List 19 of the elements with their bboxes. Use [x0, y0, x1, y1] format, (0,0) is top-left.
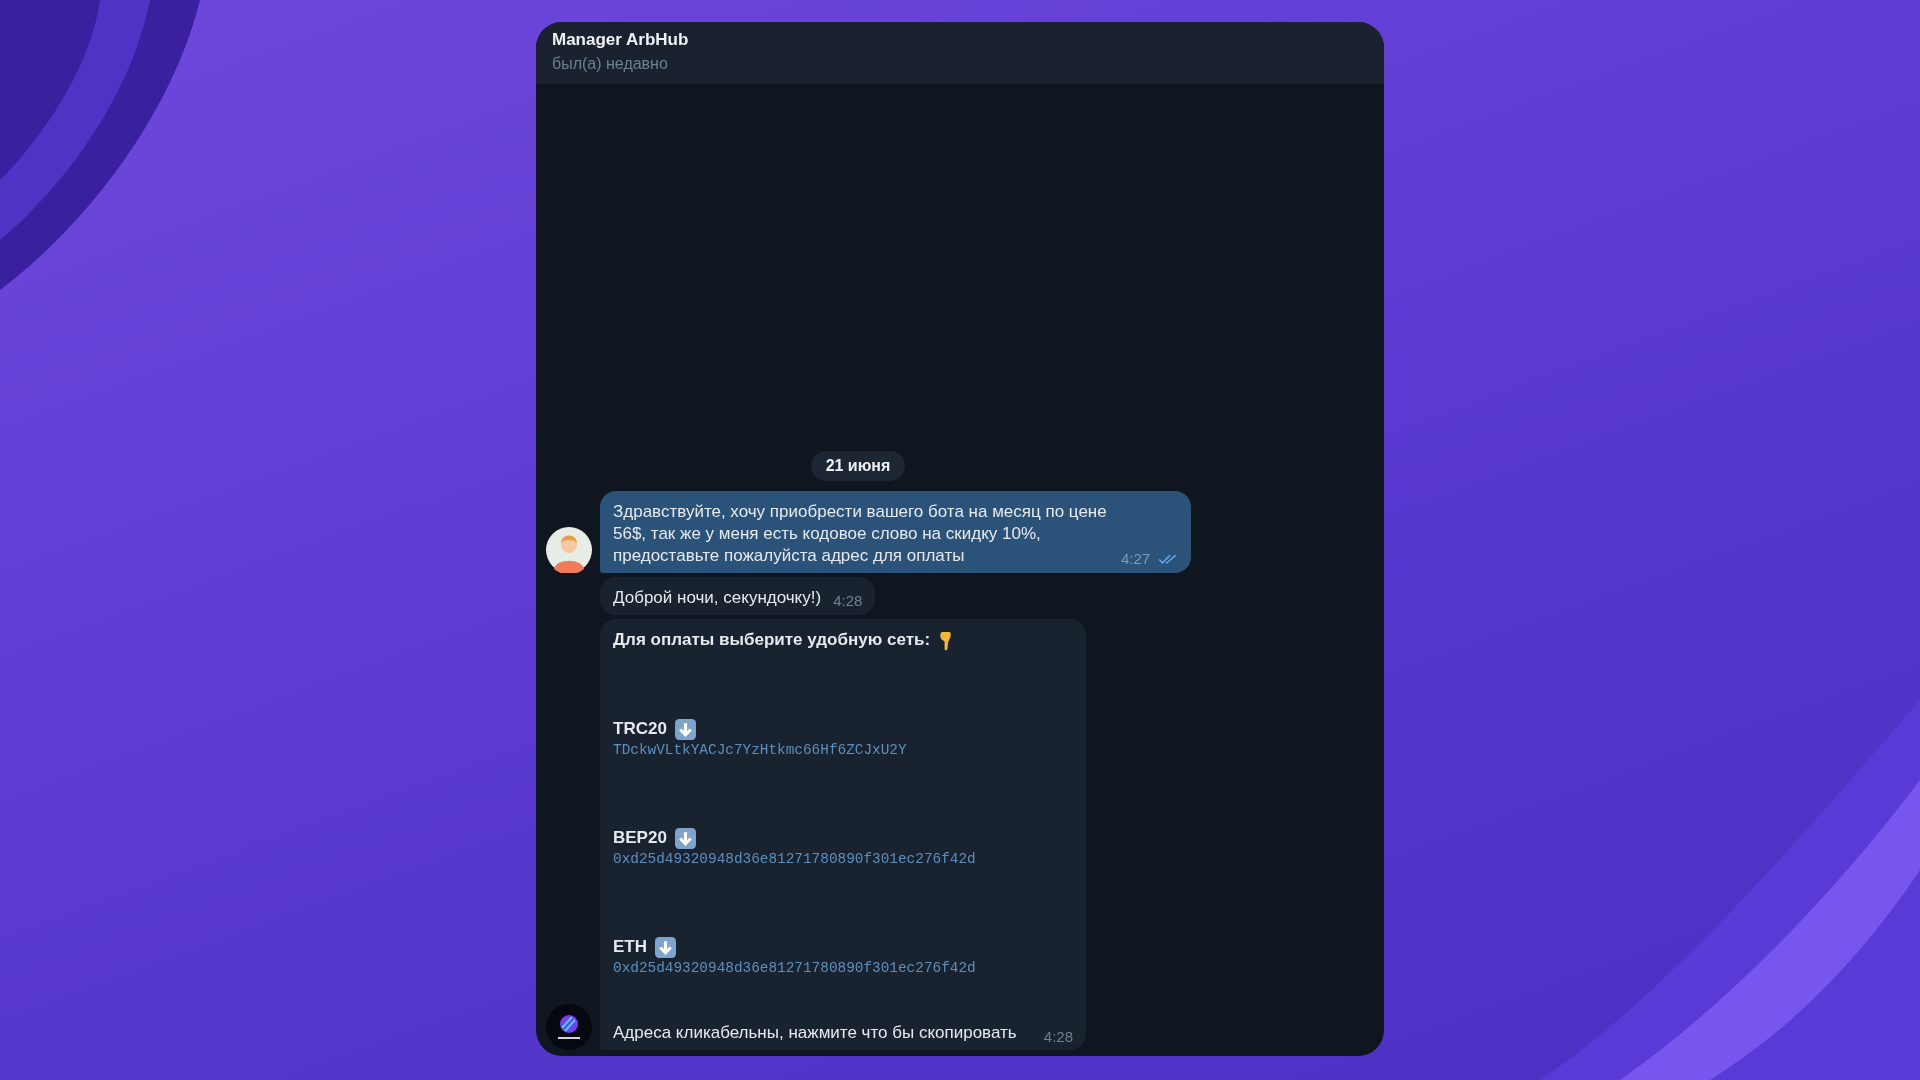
network-name: ETH: [613, 936, 647, 958]
wallet-address-link[interactable]: TDckwVLtkYACJc7YzHtkmc66Hf6ZCJxU2Y: [613, 740, 1073, 760]
avatar-icon: [546, 527, 592, 573]
message-text: Здравствуйте, хочу приобрести вашего бота на месяц по цене 56$, так же у меня есть кодовое слово на скидку 10%, предоставьте пожалуйста адрес для оплаты: [613, 501, 1108, 567]
contact-status: был(а) недавно: [552, 55, 669, 73]
logo-icon: [546, 1004, 592, 1050]
wallet-address-link[interactable]: 0xd25d49320948d36e81271780890f301ec276f42d: [613, 849, 1073, 869]
message-text: Адреса кликабельны, нажмите что бы скопировать: [613, 1022, 1017, 1044]
network-name: TRC20: [613, 718, 667, 740]
message-text: Доброй ночи, секундочку!): [613, 587, 822, 609]
message-time: 4:28: [833, 591, 863, 611]
message-time: 4:27: [1121, 549, 1151, 569]
down-arrow-icon: [655, 936, 676, 958]
network-name: BEP20: [613, 827, 667, 849]
contact-name: Manager ArbHub: [552, 30, 690, 50]
message-time: 4:28: [1043, 1027, 1073, 1047]
message-text: Для оплаты выберите удобную сеть:: [613, 629, 931, 651]
wallet-address-link[interactable]: 0xd25d49320948d36e81271780890f301ec276f42d: [613, 958, 1073, 978]
date-separator: 21 июня: [810, 451, 906, 481]
